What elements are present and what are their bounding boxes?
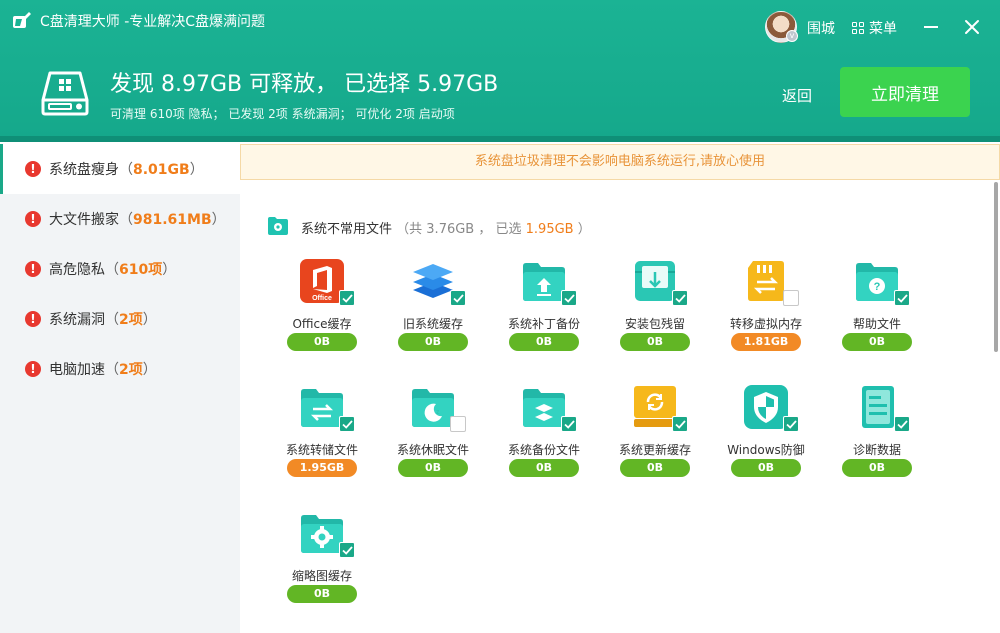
item-size-badge: 0B: [509, 459, 579, 477]
item-size-badge: 0B: [509, 333, 579, 351]
section-selected-size: 1.95GB: [525, 222, 574, 237]
item-checkbox[interactable]: [561, 416, 577, 432]
clean-item-virtual-memory[interactable]: 转移虚拟内存 1.81GB: [710, 258, 820, 368]
sidebar-item-large-files[interactable]: ! 大文件搬家（981.61MB）: [0, 194, 240, 244]
item-name: 系统备份文件: [507, 443, 580, 457]
item-checkbox[interactable]: [783, 290, 799, 306]
item-checkbox[interactable]: [450, 290, 466, 306]
minimize-button[interactable]: [924, 26, 938, 28]
safety-notice-banner: 系统盘垃圾清理不会影响电脑系统运行,请放心使用: [240, 144, 1000, 180]
item-checkbox[interactable]: [894, 290, 910, 306]
item-name: Office缓存: [292, 317, 352, 331]
item-size-badge: 0B: [620, 459, 690, 477]
item-size-badge: 0B: [287, 333, 357, 351]
item-checkbox[interactable]: [672, 416, 688, 432]
clean-item-system-backup[interactable]: 系统备份文件 0B: [488, 384, 598, 494]
clean-item-thumbnail-cache[interactable]: 缩略图缓存 0B: [266, 510, 376, 620]
hard-disk-icon: [41, 71, 89, 116]
clean-item-patch-backup[interactable]: 系统补丁备份 0B: [488, 258, 598, 368]
warning-icon: !: [25, 211, 41, 227]
sidebar-item-label: 系统漏洞（2项）: [49, 312, 157, 328]
item-checkbox[interactable]: [783, 416, 799, 432]
warning-icon: !: [25, 311, 41, 327]
scan-result-headline: 发现 8.97GB 可释放， 已选择 5.97GB: [110, 72, 499, 97]
clean-item-windows-defender[interactable]: Windows防御 0B: [710, 384, 820, 494]
item-checkbox[interactable]: [339, 290, 355, 306]
section-title: 系统不常用文件 （共 3.76GB ， 已选 1.95GB ）: [301, 218, 591, 237]
sidebar-item-system-slim[interactable]: ! 系统盘瘦身（8.01GB）: [0, 144, 240, 194]
app-title: C盘清理大师 -专业解决C盘爆满问题: [40, 14, 266, 30]
item-size-badge: 0B: [398, 459, 468, 477]
item-size-badge: 0B: [731, 459, 801, 477]
sidebar-item-label: 系统盘瘦身（8.01GB）: [49, 162, 204, 178]
menu-label: 菜单: [869, 21, 897, 37]
sidebar-item-privacy[interactable]: ! 高危隐私（610项）: [0, 244, 240, 294]
svg-text:z: z: [436, 409, 440, 416]
grid-menu-icon: [852, 22, 864, 34]
item-name: 帮助文件: [852, 317, 901, 331]
broom-logo-icon: [13, 12, 31, 28]
item-size-badge: 1.95GB: [287, 459, 357, 477]
clean-item-diagnostic-data[interactable]: 诊断数据 0B: [821, 384, 931, 494]
sidebar-item-label: 大文件搬家（981.61MB）: [49, 212, 226, 228]
section-stat-suffix: ）: [577, 222, 591, 237]
item-name: 安装包残留: [624, 317, 685, 331]
svg-text:Office: Office: [312, 295, 332, 302]
scrollbar-thumb[interactable]: [994, 182, 998, 352]
item-name: 系统补丁备份: [507, 317, 580, 331]
item-name: 缩略图缓存: [291, 569, 352, 583]
item-checkbox[interactable]: [450, 416, 466, 432]
clean-item-old-system-cache[interactable]: 旧系统缓存 0B: [377, 258, 487, 368]
item-name: 诊断数据: [852, 443, 901, 457]
item-name: 转移虚拟内存: [729, 317, 802, 331]
item-size-badge: 0B: [287, 585, 357, 603]
section-title-text: 系统不常用文件: [301, 222, 393, 237]
item-size-badge: 1.81GB: [731, 333, 801, 351]
clean-item-installer-leftover[interactable]: 安装包残留 0B: [599, 258, 709, 368]
item-name: Windows防御: [727, 443, 805, 457]
item-checkbox[interactable]: [339, 542, 355, 558]
sidebar-item-label: 电脑加速（2项）: [49, 362, 157, 378]
item-size-badge: 0B: [398, 333, 468, 351]
clean-item-office-cache[interactable]: Office Office缓存 0B: [266, 258, 376, 368]
menu-button[interactable]: 菜单: [852, 18, 897, 38]
item-size-badge: 0B: [842, 459, 912, 477]
item-name: 旧系统缓存: [402, 317, 463, 331]
sidebar-empty-area: [0, 394, 240, 633]
username[interactable]: 围城: [807, 18, 835, 38]
category-sidebar: ! 系统盘瘦身（8.01GB） ! 大文件搬家（981.61MB） ! 高危隐私…: [0, 144, 240, 394]
section-stat-prefix: （共 3.76GB ， 已选: [396, 222, 522, 237]
svg-text:?: ?: [874, 281, 881, 293]
scan-result-summary: 可清理 610项 隐私； 已发现 2项 系统漏洞； 可优化 2项 启动项: [110, 107, 455, 121]
item-checkbox[interactable]: [561, 290, 577, 306]
sidebar-item-speedup[interactable]: ! 电脑加速（2项）: [0, 344, 240, 394]
item-size-badge: 0B: [842, 333, 912, 351]
item-name: 系统休眠文件: [396, 443, 469, 457]
item-size-badge: 0B: [620, 333, 690, 351]
clean-item-hibernation-file[interactable]: z 系统休眠文件 0B: [377, 384, 487, 494]
item-checkbox[interactable]: [672, 290, 688, 306]
header-divider: [0, 136, 1000, 142]
item-name: 系统更新缓存: [618, 443, 691, 457]
sidebar-item-vulnerabilities[interactable]: ! 系统漏洞（2项）: [0, 294, 240, 344]
settings-folder-icon: [268, 217, 288, 235]
warning-icon: !: [25, 361, 41, 377]
warning-icon: !: [25, 261, 41, 277]
back-link[interactable]: 返回: [782, 85, 812, 106]
item-checkbox[interactable]: [894, 416, 910, 432]
avatar-badge-icon: v: [786, 30, 798, 42]
clean-now-button[interactable]: 立即清理: [840, 67, 970, 117]
item-checkbox[interactable]: [339, 416, 355, 432]
item-name: 系统转储文件: [285, 443, 358, 457]
sidebar-item-label: 高危隐私（610项）: [49, 262, 177, 278]
header-banner: C盘清理大师 -专业解决C盘爆满问题 v 围城 菜单 发现 8.97GB 可释放…: [0, 0, 1000, 140]
close-icon[interactable]: [962, 17, 982, 37]
clean-item-dump-files[interactable]: 系统转储文件 1.95GB: [266, 384, 376, 494]
title-bar: C盘清理大师 -专业解决C盘爆满问题 v 围城 菜单: [0, 0, 1000, 44]
clean-item-update-cache[interactable]: 系统更新缓存 0B: [599, 384, 709, 494]
clean-item-help-files[interactable]: ? 帮助文件 0B: [821, 258, 931, 368]
warning-icon: !: [25, 161, 41, 177]
